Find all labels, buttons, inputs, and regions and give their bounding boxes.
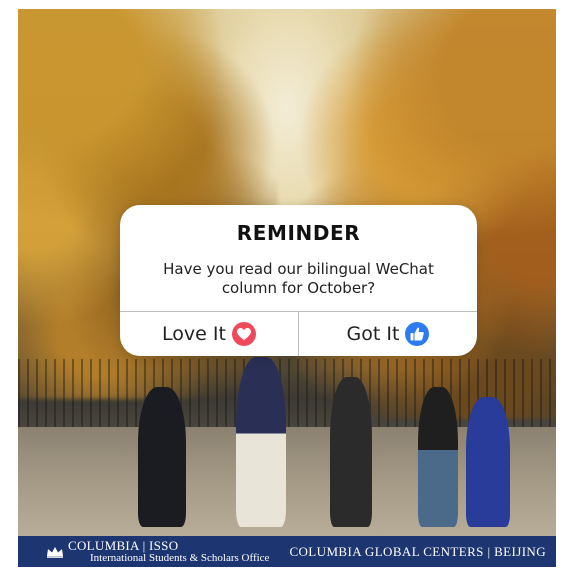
isso-title: COLUMBIA | ISSO <box>68 538 179 553</box>
reminder-dialog: REMINDER Have you read our bilingual WeC… <box>120 205 477 356</box>
isso-brand: COLUMBIA | ISSO International Students &… <box>46 539 269 564</box>
student-figure <box>330 377 372 527</box>
poster-frame: REMINDER Have you read our bilingual WeC… <box>18 9 556 567</box>
global-centers-title: COLUMBIA GLOBAL CENTERS | BEIJING <box>289 543 546 559</box>
got-it-button[interactable]: Got It <box>298 312 477 356</box>
crown-icon <box>47 546 63 558</box>
love-it-label: Love It <box>162 323 226 345</box>
dialog-message: Have you read our bilingual WeChat colum… <box>163 260 434 297</box>
student-figure <box>236 357 286 527</box>
dialog-actions: Love It Got It <box>120 311 477 356</box>
thumbs-up-icon <box>405 322 430 346</box>
student-figure <box>418 387 458 527</box>
isso-subtitle: International Students & Scholars Office <box>90 552 270 564</box>
footer-banner: COLUMBIA | ISSO International Students &… <box>18 536 556 567</box>
dialog-title: REMINDER <box>236 221 361 245</box>
heart-icon <box>231 322 256 346</box>
love-it-button[interactable]: Love It <box>120 312 298 356</box>
student-figure <box>138 387 186 527</box>
student-figure <box>466 397 510 527</box>
got-it-label: Got It <box>346 323 400 345</box>
